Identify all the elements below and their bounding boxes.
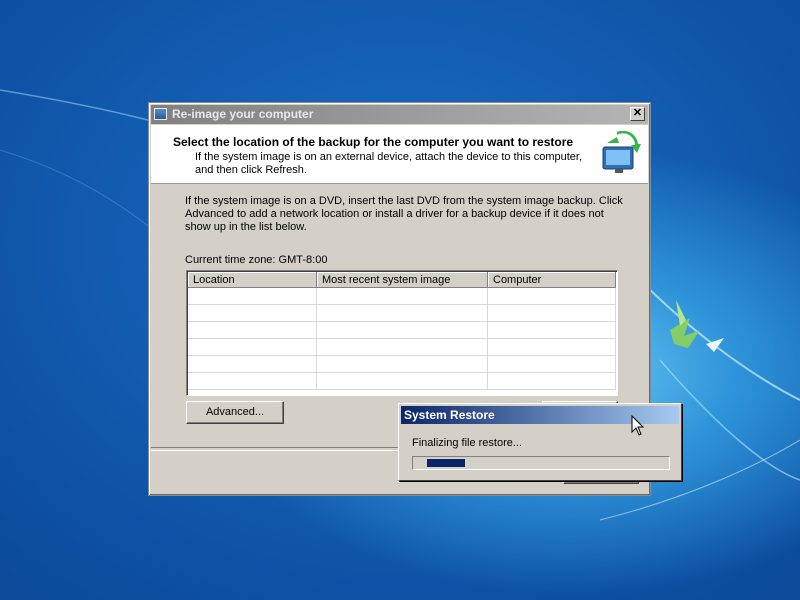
table-row — [188, 338, 616, 356]
computer-restore-icon — [602, 131, 641, 173]
header-title: Select the location of the backup for th… — [173, 135, 574, 149]
close-button[interactable]: ✕ — [630, 107, 645, 121]
table-row — [188, 321, 616, 339]
table-row — [188, 304, 616, 322]
table-row — [188, 372, 616, 390]
close-icon: ✕ — [632, 107, 643, 119]
header-panel: Select the location of the backup for th… — [151, 125, 648, 184]
column-header-location[interactable]: Location — [188, 272, 317, 288]
table-row — [188, 355, 616, 373]
bird-icon — [670, 300, 724, 352]
backup-list[interactable]: Location Most recent system image Comput… — [186, 270, 618, 396]
column-header-most-recent-image[interactable]: Most recent system image — [316, 272, 488, 288]
header-subtitle: If the system image is on an external de… — [195, 151, 583, 176]
instructions-text: If the system image is on a DVD, insert … — [185, 195, 623, 233]
advanced-button[interactable]: Advanced... — [186, 401, 284, 424]
restore-progress-fill — [427, 459, 465, 467]
restore-progress-bar — [412, 456, 670, 470]
table-row — [188, 287, 616, 305]
restore-status-text: Finalizing file restore... — [412, 437, 523, 449]
system-restore-title: System Restore — [404, 408, 495, 422]
mouse-cursor-icon — [631, 415, 645, 436]
dialog-title: Re-image your computer — [172, 107, 314, 121]
app-icon — [154, 108, 167, 120]
timezone-label: Current time zone: GMT-8:00 — [185, 254, 328, 266]
dialog-titlebar[interactable]: Re-image your computer ✕ — [151, 105, 648, 124]
column-header-computer[interactable]: Computer — [487, 272, 616, 288]
